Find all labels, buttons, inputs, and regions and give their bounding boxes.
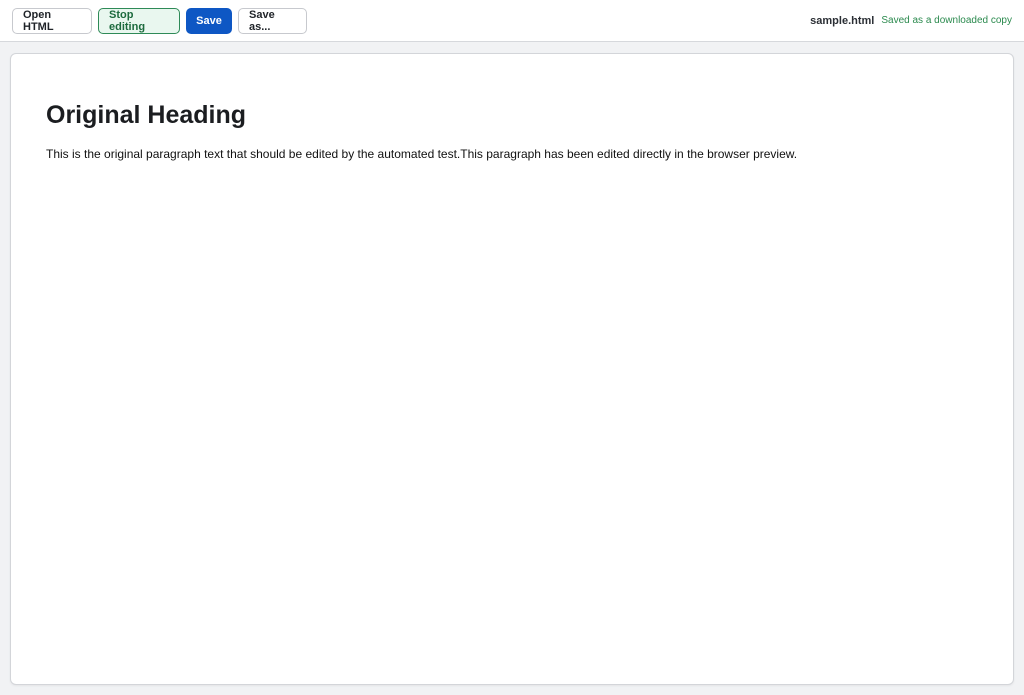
status-area: sample.html Saved as a downloaded copy — [810, 15, 1012, 27]
save-as-button[interactable]: Save as... — [238, 7, 307, 34]
save-status: Saved as a downloaded copy — [881, 15, 1012, 26]
file-name: sample.html — [810, 14, 875, 27]
save-button[interactable]: Save — [186, 7, 232, 34]
document-heading[interactable]: Original Heading — [46, 101, 246, 130]
toolbar: Open HTML Stop editing Save Save as... s… — [0, 0, 1024, 42]
stop-editing-button[interactable]: Stop editing — [98, 7, 180, 34]
preview-frame[interactable]: Original Heading This is the original pa… — [10, 53, 1014, 685]
document-paragraph[interactable]: This is the original paragraph text that… — [46, 147, 797, 161]
open-html-button[interactable]: Open HTML — [12, 7, 92, 34]
